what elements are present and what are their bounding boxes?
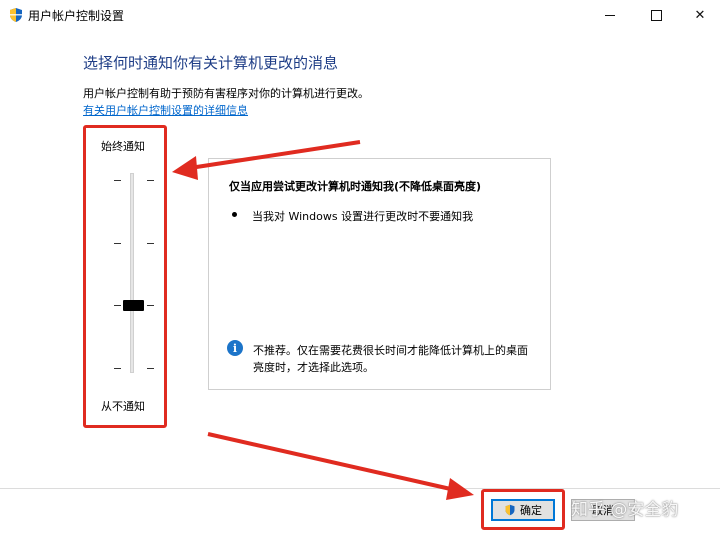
setting-bullet-text: 当我对 Windows 设置进行更改时不要通知我 xyxy=(252,210,474,223)
slider-label-always-notify: 始终通知 xyxy=(101,140,145,153)
close-button[interactable]: ✕ xyxy=(678,0,720,30)
slider-tick xyxy=(147,305,154,306)
notification-slider-track[interactable] xyxy=(130,173,134,373)
minimize-button[interactable] xyxy=(588,0,632,30)
minimize-icon xyxy=(605,14,615,16)
setting-info-text: 不推荐。仅在需要花费很长时间才能降低计算机上的桌面亮度时，才选择此选项。 xyxy=(253,344,528,374)
slider-tick xyxy=(114,368,121,369)
ok-button-highlight-box xyxy=(481,489,565,530)
footer-divider xyxy=(0,488,720,489)
info-icon: i xyxy=(227,340,243,356)
window-title: 用户帐户控制设置 xyxy=(28,9,125,23)
arrow-to-ok xyxy=(207,432,456,492)
uac-details-link[interactable]: 有关用户帐户控制设置的详细信息 xyxy=(83,102,248,118)
maximize-button[interactable] xyxy=(634,0,678,30)
slider-tick xyxy=(147,180,154,181)
setting-title: 仅当应用尝试更改计算机时通知我(不降低桌面亮度) xyxy=(229,180,482,193)
slider-highlight-box xyxy=(83,125,167,428)
arrow-head-ok xyxy=(446,478,474,500)
notification-slider-thumb[interactable] xyxy=(123,300,144,311)
page-heading: 选择何时通知你有关计算机更改的消息 xyxy=(83,54,339,72)
uac-shield-icon xyxy=(10,8,22,22)
close-icon: ✕ xyxy=(694,7,706,23)
title-bar: 用户帐户控制设置 ✕ xyxy=(0,0,720,30)
slider-label-never-notify: 从不通知 xyxy=(101,400,145,413)
watermark: 知乎 @安全豹 xyxy=(571,500,679,520)
arrow-head-slider xyxy=(172,156,198,180)
slider-tick xyxy=(114,180,121,181)
slider-tick xyxy=(114,305,121,306)
slider-tick xyxy=(147,368,154,369)
slider-tick xyxy=(147,243,154,244)
page-description: 用户帐户控制有助于预防有害程序对你的计算机进行更改。 xyxy=(83,87,369,100)
maximize-icon xyxy=(650,9,662,21)
bullet-icon xyxy=(232,212,237,217)
slider-tick xyxy=(114,243,121,244)
